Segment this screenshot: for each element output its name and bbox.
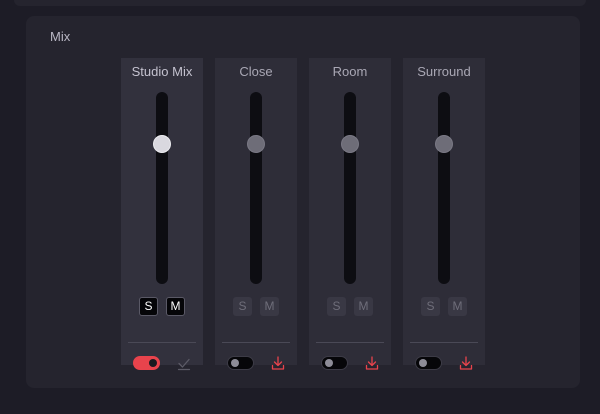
fader-track[interactable] [250,92,262,284]
channel-toggle[interactable] [227,356,254,370]
channel-name: Surround [417,64,471,79]
fader-thumb[interactable] [247,134,265,153]
mute-button[interactable]: M [166,297,185,316]
toggle-knob [231,359,239,367]
fader-thumb[interactable] [153,134,171,153]
fader-track[interactable] [344,92,356,284]
panel-title: Mix [50,29,71,44]
fader-thumb[interactable] [341,134,359,153]
solo-button[interactable]: S [139,297,158,316]
divider [410,342,478,343]
channel-toggle[interactable] [321,356,348,370]
solo-button[interactable]: S [421,297,440,316]
channel-toggle[interactable] [133,356,160,370]
toggle-knob [325,359,333,367]
mute-button[interactable]: M [354,297,373,316]
channel-strip-surround: Surround S M [403,58,485,370]
fader-track[interactable] [156,92,168,284]
mute-button[interactable]: M [448,297,467,316]
divider [316,342,384,343]
toggle-knob [149,359,157,367]
channel-strip-room: Room S M [309,58,391,370]
toggle-knob [419,359,427,367]
divider [222,342,290,343]
divider [128,342,196,343]
download-icon[interactable] [364,355,380,371]
fader-thumb[interactable] [435,134,453,153]
solo-button[interactable]: S [327,297,346,316]
mix-panel: Mix Studio Mix S M Close S M Room S M Su… [26,16,580,388]
check-icon[interactable] [176,355,192,371]
channel-strip-studio-mix: Studio Mix S M [121,58,203,371]
channel-toggle[interactable] [415,356,442,370]
channel-name: Room [332,64,368,79]
channel-name: Studio Mix [131,64,193,79]
channel-strip-close: Close S M [215,58,297,370]
top-panel-edge [14,0,586,6]
download-icon[interactable] [270,355,286,371]
channel-name: Close [239,64,273,79]
solo-button[interactable]: S [233,297,252,316]
fader-track[interactable] [438,92,450,284]
mute-button[interactable]: M [260,297,279,316]
download-icon[interactable] [458,355,474,371]
